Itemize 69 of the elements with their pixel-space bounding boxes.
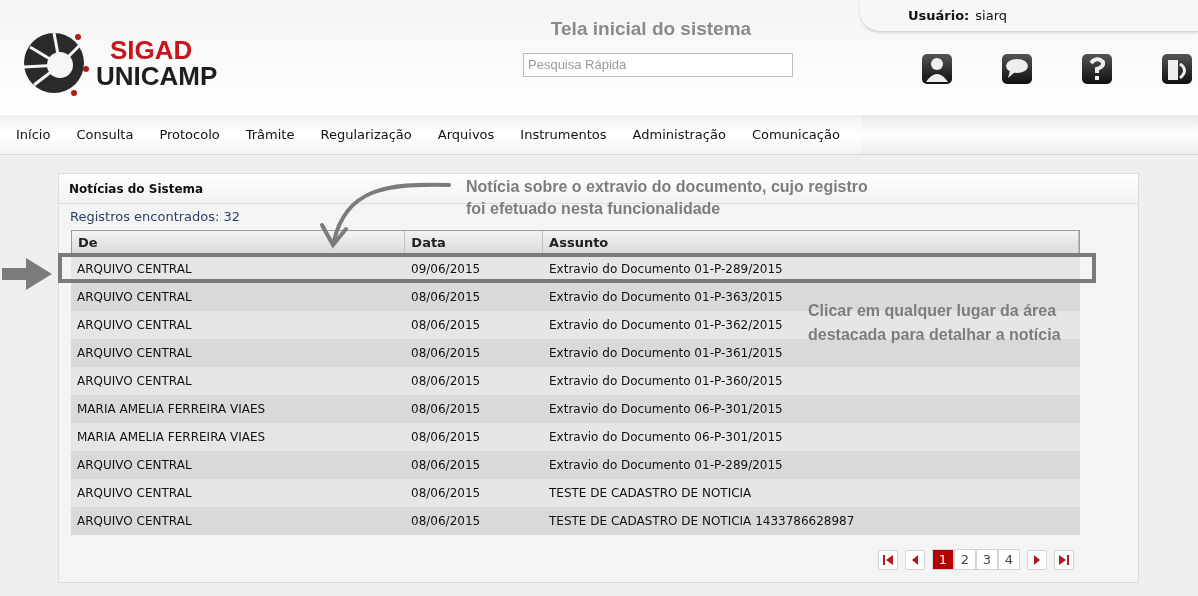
table-cell-text: ARQUIVO CENTRAL (76, 317, 193, 334)
table-cell-text: ARQUIVO CENTRAL (76, 485, 193, 502)
menu-item[interactable]: Início (0, 124, 64, 145)
logo-subtitle: UNICAMP (96, 62, 218, 89)
triangle-icon (883, 554, 893, 565)
user-button[interactable] (922, 54, 952, 84)
help-button[interactable] (1082, 54, 1112, 84)
menu-item[interactable]: Comunicação (738, 124, 853, 145)
user-label: Usuário: (908, 6, 970, 25)
records-count: Registros encontrados: 32 (69, 208, 241, 226)
menu-item[interactable]: Trâmite (232, 124, 308, 145)
search-field[interactable]: Pesquisa Rápida (523, 52, 793, 77)
annotation-note: Notícia sobre o extravio do documento, cujo registro foi efetuado nesta funcionalidade (466, 177, 869, 219)
previous-page-button[interactable] (905, 549, 925, 570)
table-cell-text: ARQUIVO CENTRAL (76, 513, 193, 530)
table-cell-text: Extravio do Documento 01-P-360/2015 (548, 373, 784, 390)
menu-item[interactable]: Protocolo (146, 124, 233, 145)
column-header[interactable]: Data (405, 231, 544, 254)
panel-title: Notícias do Sistema (69, 180, 204, 198)
table-cell-text: MARIA AMELIA FERREIRA VIAES (76, 429, 267, 446)
table-cell-text: 08/06/2015 (410, 513, 482, 530)
page-button[interactable]: 2 (954, 549, 976, 570)
table-cell-text: Extravio do Documento 01-P-289/2015 (548, 457, 784, 474)
table-cell-text: Extravio do Documento 01-P-363/2015 (548, 289, 784, 306)
triangle-icon (1034, 554, 1040, 565)
exit-button[interactable] (1162, 54, 1192, 84)
column-header[interactable]: De (72, 231, 406, 254)
user-name: siarq (975, 6, 1008, 25)
menu-item[interactable]: Consulta (63, 124, 147, 145)
table-cell-text: 08/06/2015 (410, 289, 482, 306)
table-cell-text: Extravio do Documento 06-P-301/2015 (548, 401, 784, 418)
page-button[interactable]: 1 (932, 549, 954, 570)
annotation-note: Clicar em qualquer lugar da área destacada para detalhar a notícia (808, 301, 1062, 345)
table-cell-text: ARQUIVO CENTRAL (76, 345, 193, 362)
table-cell-text: 08/06/2015 (410, 317, 482, 334)
table-cell-text: 08/06/2015 (410, 485, 482, 502)
table-cell-text: TESTE DE CADASTRO DE NOTICIA (548, 485, 753, 502)
pointer-arrow (2, 258, 52, 290)
page-button[interactable]: 4 (998, 549, 1020, 570)
table-cell-text: TESTE DE CADASTRO DE NOTICIA 1433786628987 (548, 513, 856, 530)
last-page-button[interactable] (1054, 549, 1074, 570)
table-cell-text: MARIA AMELIA FERREIRA VIAES (76, 401, 267, 418)
logo-title: SIGAD (109, 36, 194, 63)
table-cell-text: Extravio do Documento 06-P-301/2015 (548, 429, 784, 446)
triangle-icon (1059, 554, 1069, 565)
table-cell-text: ARQUIVO CENTRAL (76, 457, 193, 474)
table-cell-text: 08/06/2015 (410, 401, 482, 418)
menu-item[interactable]: Administração (619, 124, 739, 145)
table-cell-text: 08/06/2015 (410, 457, 482, 474)
table-cell-text: Extravio do Documento 01-P-361/2015 (548, 345, 784, 362)
menu-item[interactable]: Instrumentos (507, 124, 620, 145)
triangle-icon (912, 554, 918, 565)
table-cell-text: 08/06/2015 (410, 429, 482, 446)
table-cell-text: Extravio do Documento 01-P-362/2015 (548, 317, 784, 334)
table-cell-text: ARQUIVO CENTRAL (76, 261, 193, 278)
table-cell-text: ARQUIVO CENTRAL (76, 289, 193, 306)
table-cell-text: ARQUIVO CENTRAL (76, 373, 193, 390)
menu-item[interactable]: Regularização (307, 124, 425, 145)
chat-button[interactable] (1002, 54, 1032, 84)
table-cell-text: 08/06/2015 (410, 345, 482, 362)
table-cell-text: 09/06/2015 (410, 261, 482, 278)
page-button[interactable]: 3 (976, 549, 998, 570)
menu-item[interactable]: Arquivos (424, 124, 508, 145)
table-cell-text: 08/06/2015 (410, 373, 482, 390)
table-cell-text: Extravio do Documento 01-P-289/2015 (548, 261, 784, 278)
column-header[interactable]: Assunto (543, 231, 1079, 254)
next-page-button[interactable] (1027, 549, 1047, 570)
first-page-button[interactable] (878, 549, 898, 570)
page-title: Tela inicial do sistema (549, 17, 752, 41)
